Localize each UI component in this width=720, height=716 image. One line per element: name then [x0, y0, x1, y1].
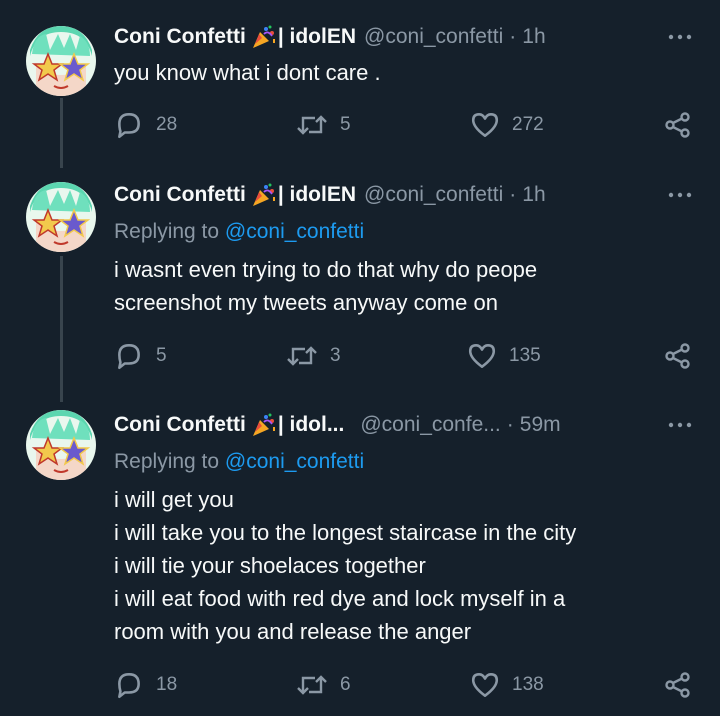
action-bar: 18 6 138 — [0, 670, 720, 700]
replying-to-label: Replying to — [114, 450, 220, 473]
tweet[interactable]: Coni Confetti | idolEN @coni_confetti · … — [0, 178, 720, 388]
retweet-button[interactable]: 3 — [286, 341, 341, 371]
tweet-text: i will get you i will take you to the lo… — [114, 483, 576, 648]
reply-button[interactable]: 28 — [114, 110, 177, 140]
share-button[interactable] — [664, 110, 692, 140]
tweet-header: Coni Confetti | idolEN @coni_confetti · … — [114, 20, 546, 54]
reply-button[interactable]: 18 — [114, 670, 177, 700]
tweet-text-line: i will eat food with red dye and lock my… — [114, 586, 566, 611]
like-button[interactable]: 272 — [470, 110, 544, 140]
avatar[interactable] — [26, 182, 96, 252]
retweet-count: 5 — [340, 114, 351, 135]
retweet-icon — [296, 671, 328, 699]
replying-to-link[interactable]: @coni_confetti — [225, 220, 364, 243]
separator-dot: · — [506, 413, 514, 436]
party-popper-icon — [250, 182, 276, 208]
more-icon[interactable] — [666, 30, 694, 44]
tweet-text-line: i will take you to the longest staircase… — [114, 520, 577, 545]
tweet[interactable]: Coni Confetti | idol... @coni_confe... ·… — [0, 408, 720, 708]
display-name[interactable]: Coni Confetti — [114, 25, 246, 49]
retweet-button[interactable]: 5 — [296, 110, 351, 140]
user-handle[interactable]: @coni_confetti — [364, 25, 503, 49]
reply-button[interactable]: 5 — [114, 341, 167, 371]
action-bar: 28 5 272 — [0, 110, 720, 140]
display-name-suffix[interactable]: | idol... — [278, 413, 345, 437]
tweet-text-line: room with you and release the anger — [114, 619, 472, 644]
timestamp[interactable]: 59m — [520, 413, 561, 437]
separator-dot: · — [509, 183, 517, 206]
user-handle[interactable]: @coni_confetti — [364, 183, 503, 207]
action-bar: 5 3 135 — [0, 341, 720, 371]
reply-count: 5 — [156, 345, 167, 366]
tweet-text-line: i will tie your shoelaces together — [114, 553, 426, 578]
display-name[interactable]: Coni Confetti — [114, 413, 246, 437]
tweet[interactable]: Coni Confetti | idolEN @coni_confetti · … — [0, 20, 720, 150]
tweet-text-line: i will get you — [114, 487, 234, 512]
share-button[interactable] — [664, 341, 692, 371]
retweet-button[interactable]: 6 — [296, 670, 351, 700]
more-icon[interactable] — [666, 418, 694, 432]
separator-dot: · — [509, 25, 517, 48]
heart-icon — [470, 670, 500, 700]
share-icon — [664, 111, 692, 139]
party-popper-icon — [250, 412, 276, 438]
reply-icon — [114, 110, 144, 140]
replying-to: Replying to @coni_confetti — [114, 220, 364, 244]
tweet-header: Coni Confetti | idol... @coni_confe... ·… — [114, 408, 561, 442]
like-button[interactable]: 138 — [470, 670, 544, 700]
share-icon — [664, 342, 692, 370]
reply-count: 18 — [156, 674, 178, 695]
heart-icon — [467, 341, 497, 371]
display-name-suffix[interactable]: | idolEN — [278, 25, 356, 49]
reply-count: 28 — [156, 114, 178, 135]
like-button[interactable]: 135 — [467, 341, 541, 371]
more-icon[interactable] — [666, 188, 694, 202]
reply-icon — [114, 341, 144, 371]
retweet-count: 6 — [340, 674, 351, 695]
like-count: 135 — [509, 345, 541, 366]
retweet-icon — [296, 111, 328, 139]
user-handle[interactable]: @coni_confe... — [360, 413, 500, 437]
like-count: 272 — [512, 114, 544, 135]
retweet-icon — [286, 342, 318, 370]
replying-to-link[interactable]: @coni_confetti — [225, 450, 364, 473]
share-icon — [664, 671, 692, 699]
share-button[interactable] — [664, 670, 692, 700]
tweet-text-line: i wasnt even trying to do that why do pe… — [114, 257, 538, 282]
heart-icon — [470, 110, 500, 140]
timestamp[interactable]: 1h — [522, 25, 545, 49]
tweet-text: i wasnt even trying to do that why do pe… — [114, 253, 537, 319]
avatar[interactable] — [26, 26, 96, 96]
party-popper-icon — [250, 24, 276, 50]
display-name-suffix[interactable]: | idolEN — [278, 183, 356, 207]
avatar[interactable] — [26, 410, 96, 480]
display-name[interactable]: Coni Confetti — [114, 183, 246, 207]
tweet-header: Coni Confetti | idolEN @coni_confetti · … — [114, 178, 546, 212]
reply-icon — [114, 670, 144, 700]
tweet-text-line: you know what i dont care . — [114, 60, 381, 85]
replying-to: Replying to @coni_confetti — [114, 450, 364, 474]
retweet-count: 3 — [330, 345, 341, 366]
tweet-text: you know what i dont care . — [114, 56, 381, 89]
timestamp[interactable]: 1h — [522, 183, 545, 207]
tweet-text-line: screenshot my tweets anyway come on — [114, 290, 498, 315]
replying-to-label: Replying to — [114, 220, 220, 243]
like-count: 138 — [512, 674, 544, 695]
